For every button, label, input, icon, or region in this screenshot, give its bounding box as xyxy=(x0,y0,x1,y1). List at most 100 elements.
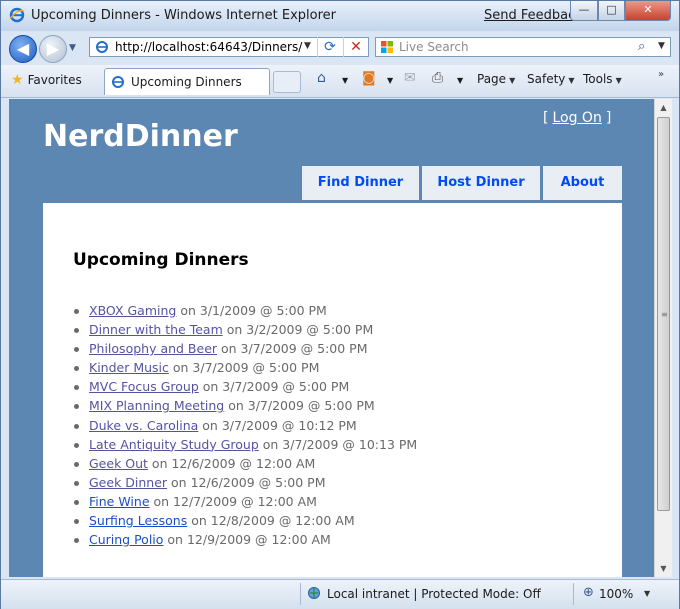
zoom-level[interactable]: 100% xyxy=(599,587,633,601)
search-dropdown-icon[interactable]: ▼ xyxy=(658,41,665,51)
new-tab-button[interactable] xyxy=(273,71,301,93)
forward-button[interactable]: ▶ xyxy=(39,35,67,63)
log-on-link[interactable]: Log On xyxy=(552,110,601,126)
safety-menu[interactable]: Safety ▼ xyxy=(527,72,575,86)
tools-menu[interactable]: Tools ▼ xyxy=(583,72,622,86)
page-icon xyxy=(96,41,108,53)
browser-window: Upcoming Dinners - Windows Internet Expl… xyxy=(0,0,680,609)
page-title: Upcoming Dinners xyxy=(73,250,249,270)
print-icon[interactable]: ⎙ xyxy=(432,70,443,86)
dinner-link[interactable]: Duke vs. Carolina xyxy=(89,418,198,433)
list-item: Philosophy and Beer on 3/7/2009 @ 5:00 P… xyxy=(73,339,417,358)
command-bar: ★ Favorites Upcoming Dinners ⌂ ▼ ◙ ▼ ✉ ⎙ … xyxy=(1,65,679,98)
scroll-down-icon[interactable]: ▼ xyxy=(655,560,672,577)
favorites-button[interactable]: ★ Favorites xyxy=(11,72,82,88)
back-button[interactable]: ◀ xyxy=(9,35,37,63)
tools-menu-label: Tools xyxy=(583,72,613,86)
maximize-button[interactable]: □ xyxy=(598,1,625,21)
caret-down-icon: ▼ xyxy=(509,76,516,85)
minimize-button[interactable]: — xyxy=(570,1,598,21)
list-item: XBOX Gaming on 3/1/2009 @ 5:00 PM xyxy=(73,301,417,320)
home-dropdown-icon[interactable]: ▼ xyxy=(342,76,348,85)
dinner-date: on 3/7/2009 @ 5:00 PM xyxy=(168,360,320,376)
refresh-icon[interactable]: ⟳ xyxy=(317,37,342,57)
feeds-icon[interactable]: ◙ xyxy=(362,70,376,86)
search-icon[interactable]: ⌕ xyxy=(638,39,645,54)
dinner-date: on 12/6/2009 @ 5:00 PM xyxy=(167,474,326,490)
status-divider xyxy=(573,583,574,605)
vertical-scrollbar[interactable]: ▲ ≡ ▼ xyxy=(654,99,672,577)
status-bar: Local intranet | Protected Mode: Off ⊕ 1… xyxy=(1,579,679,609)
url-text[interactable]: http://localhost:64643/Dinners/ xyxy=(115,40,302,54)
dinner-date: on 3/1/2009 @ 5:00 PM xyxy=(176,303,327,318)
search-box[interactable]: Live Search ⌕ ▼ xyxy=(375,37,671,57)
dinner-date: on 3/7/2009 @ 5:00 PM xyxy=(224,398,375,414)
zoom-icon[interactable]: ⊕ xyxy=(583,585,594,600)
favorites-label: Favorites xyxy=(27,73,82,87)
menu-about[interactable]: About xyxy=(543,166,622,200)
forward-arrow-icon: ▶ xyxy=(46,39,60,58)
dinner-link[interactable]: XBOX Gaming xyxy=(89,303,176,318)
back-arrow-icon: ◀ xyxy=(16,39,30,58)
home-icon[interactable]: ⌂ xyxy=(317,70,326,86)
dinner-date: on 3/7/2009 @ 5:00 PM xyxy=(217,341,368,357)
menu-find-dinner[interactable]: Find Dinner xyxy=(302,166,419,200)
dinner-link[interactable]: Curing Polio xyxy=(89,532,163,547)
list-item: Dinner with the Team on 3/2/2009 @ 5:00 … xyxy=(73,320,417,339)
feeds-dropdown-icon[interactable]: ▼ xyxy=(387,76,393,85)
dinner-date: on 12/8/2009 @ 12:00 AM xyxy=(187,513,355,529)
logon-area: [Log On] xyxy=(543,110,611,126)
bracket-open: [ xyxy=(543,110,549,126)
dinner-link[interactable]: MVC Focus Group xyxy=(89,379,199,394)
send-feedback-link[interactable]: Send Feedback xyxy=(484,8,583,23)
dinner-link[interactable]: Geek Dinner xyxy=(89,475,167,490)
scroll-up-icon[interactable]: ▲ xyxy=(655,99,672,116)
dinner-link[interactable]: Kinder Music xyxy=(89,360,169,375)
tab-upcoming-dinners[interactable]: Upcoming Dinners xyxy=(104,68,270,95)
live-search-logo-icon xyxy=(381,41,393,53)
dinner-link[interactable]: Fine Wine xyxy=(89,494,150,509)
dinner-link[interactable]: Geek Out xyxy=(89,456,148,471)
dinner-date: on 3/2/2009 @ 5:00 PM xyxy=(222,322,374,338)
zoom-dropdown-icon[interactable]: ▼ xyxy=(644,589,650,598)
close-button[interactable]: ✕ xyxy=(625,1,671,21)
dinner-date: on 3/7/2009 @ 5:00 PM xyxy=(198,379,350,395)
window-title: Upcoming Dinners - Windows Internet Expl… xyxy=(31,8,336,23)
dinner-link[interactable]: MIX Planning Meeting xyxy=(89,398,224,413)
list-item: Late Antiquity Study Group on 3/7/2009 @… xyxy=(73,435,418,454)
page-icon xyxy=(112,76,124,88)
page-viewport: NerdDinner [Log On] Find Dinner Host Din… xyxy=(9,99,654,577)
address-row: ◀ ▶ ▼ http://localhost:64643/Dinners/ ▼ … xyxy=(1,31,679,65)
tab-label: Upcoming Dinners xyxy=(131,75,242,89)
page-menu-label: Page xyxy=(477,72,507,86)
bracket-close: ] xyxy=(605,110,612,126)
safety-menu-label: Safety xyxy=(527,72,566,86)
list-item: MVC Focus Group on 3/7/2009 @ 5:00 PM xyxy=(73,377,417,396)
dinner-link[interactable]: Philosophy and Beer xyxy=(89,341,217,356)
list-item: Surfing Lessons on 12/8/2009 @ 12:00 AM xyxy=(73,511,417,530)
list-item: Curing Polio on 12/9/2009 @ 12:00 AM xyxy=(73,530,417,549)
stop-icon[interactable]: ✕ xyxy=(343,37,368,57)
more-tools-icon[interactable]: » xyxy=(658,69,664,80)
list-item: Fine Wine on 12/7/2009 @ 12:00 AM xyxy=(73,492,417,511)
print-dropdown-icon[interactable]: ▼ xyxy=(457,76,463,85)
dinner-link[interactable]: Late Antiquity Study Group xyxy=(89,437,259,452)
list-item: Geek Out on 12/6/2009 @ 12:00 AM xyxy=(73,454,417,473)
mail-icon[interactable]: ✉ xyxy=(404,70,416,86)
dinner-link[interactable]: Dinner with the Team xyxy=(89,322,223,337)
main-content: Upcoming Dinners XBOX Gaming on 3/1/2009… xyxy=(43,203,622,577)
dinner-date: on 12/9/2009 @ 12:00 AM xyxy=(163,532,331,548)
address-bar[interactable]: http://localhost:64643/Dinners/ ▼ ⟳ ✕ xyxy=(89,37,369,57)
star-icon: ★ xyxy=(11,72,24,88)
dinner-link[interactable]: Surfing Lessons xyxy=(89,513,187,528)
dinner-date: on 3/7/2009 @ 10:13 PM xyxy=(258,436,418,452)
page-menu[interactable]: Page ▼ xyxy=(477,72,515,86)
address-dropdown-icon[interactable]: ▼ xyxy=(304,41,311,51)
menu-host-dinner[interactable]: Host Dinner xyxy=(422,166,540,200)
scroll-thumb[interactable]: ≡ xyxy=(657,117,670,511)
security-zone-text[interactable]: Local intranet | Protected Mode: Off xyxy=(327,587,541,601)
dinner-list: XBOX Gaming on 3/1/2009 @ 5:00 PM Dinner … xyxy=(73,301,418,549)
recent-pages-dropdown-icon[interactable]: ▼ xyxy=(69,43,76,53)
caret-down-icon: ▼ xyxy=(615,76,622,85)
search-input[interactable]: Live Search xyxy=(399,40,469,54)
